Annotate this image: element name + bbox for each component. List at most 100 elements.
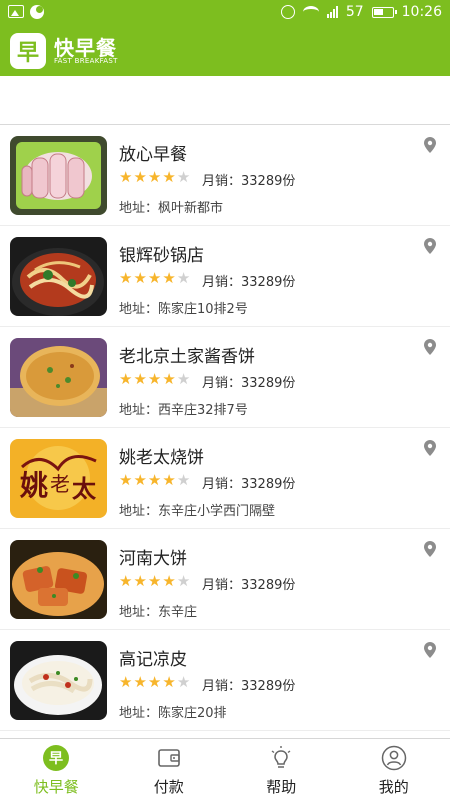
svg-text:老: 老 xyxy=(50,472,70,496)
alarm-icon xyxy=(280,5,295,19)
sales-value: 33289份 xyxy=(241,174,296,189)
location-pin-icon[interactable] xyxy=(424,642,436,658)
tab-user[interactable]: 我的 xyxy=(338,739,450,800)
rating-stars: ★ ★ ★ ★ ★ xyxy=(119,270,190,286)
sales-prefix: 月销： xyxy=(202,477,242,492)
address-prefix: 地址： xyxy=(119,504,159,519)
app-notification-icon xyxy=(30,5,44,19)
star-icon: ★ xyxy=(133,673,147,691)
tab-label: 快早餐 xyxy=(33,778,79,796)
star-icon: ★ xyxy=(119,168,133,186)
address-prefix: 地址： xyxy=(119,403,159,418)
star-icon: ★ xyxy=(176,168,191,186)
svg-text:早: 早 xyxy=(49,751,63,767)
star-icon: ★ xyxy=(133,471,147,489)
address-value: 东辛庄 xyxy=(158,605,198,620)
location-pin-icon[interactable] xyxy=(424,137,436,153)
tab-wallet[interactable]: 付款 xyxy=(113,739,226,800)
address-prefix: 地址： xyxy=(119,706,159,721)
signal-icon xyxy=(326,6,338,18)
lightbulb-icon xyxy=(268,745,294,771)
logo-glyph: 早 xyxy=(16,41,39,66)
monthly-sales: 月销：33289份 xyxy=(202,574,295,593)
rating-stars: ★ ★ ★ ★ ★ xyxy=(119,169,190,185)
star-icon: ★ xyxy=(119,370,133,388)
star-icon: ★ xyxy=(176,572,191,590)
star-icon: ★ xyxy=(162,168,176,186)
restaurant-name: 高记凉皮 xyxy=(119,650,187,670)
restaurant-item[interactable]: 银辉砂锅店 ★ ★ ★ ★ ★ 月销：33289份 地址：陈家庄10排2号 xyxy=(0,226,450,327)
app-logo-icon: 早 xyxy=(10,33,46,69)
monthly-sales: 月销：33289份 xyxy=(202,170,295,189)
rating-stars: ★ ★ ★ ★ ★ xyxy=(119,674,190,690)
restaurant-item[interactable]: 河南大饼 ★ ★ ★ ★ ★ 月销：33289份 地址：东辛庄 xyxy=(0,529,450,630)
star-icon: ★ xyxy=(119,673,133,691)
app-bar: 早 快早餐 FAST BREAKFAST xyxy=(0,26,450,76)
sales-value: 33289份 xyxy=(241,376,296,391)
star-icon: ★ xyxy=(147,269,162,287)
star-icon: ★ xyxy=(133,269,147,287)
star-icon: ★ xyxy=(162,471,176,489)
tab-breakfast[interactable]: 早快早餐 xyxy=(0,739,113,800)
sales-prefix: 月销： xyxy=(202,679,242,694)
sales-value: 33289份 xyxy=(241,477,296,492)
star-icon: ★ xyxy=(133,572,147,590)
tab-label: 帮助 xyxy=(266,778,297,796)
star-icon: ★ xyxy=(147,168,162,186)
app-subtitle: FAST BREAKFAST xyxy=(54,57,118,65)
monthly-sales: 月销：33289份 xyxy=(202,372,295,391)
svg-text:太: 太 xyxy=(72,474,97,503)
star-icon: ★ xyxy=(176,269,191,287)
location-pin-icon[interactable] xyxy=(424,238,436,254)
star-icon: ★ xyxy=(176,370,191,388)
star-icon: ★ xyxy=(162,673,176,691)
status-bar: 57 10:26 xyxy=(0,0,450,26)
location-pin-icon[interactable] xyxy=(424,541,436,557)
clock: 10:26 xyxy=(401,4,442,20)
star-icon: ★ xyxy=(147,370,162,388)
restaurant-name: 老北京土家酱香饼 xyxy=(119,347,255,367)
monthly-sales: 月销：33289份 xyxy=(202,271,295,290)
sales-prefix: 月销： xyxy=(202,174,242,189)
star-icon: ★ xyxy=(147,673,162,691)
sales-value: 33289份 xyxy=(241,679,296,694)
restaurant-item[interactable]: 老北京土家酱香饼 ★ ★ ★ ★ ★ 月销：33289份 地址：西辛庄32排7号 xyxy=(0,327,450,428)
gallery-notification-icon xyxy=(8,5,24,18)
star-icon: ★ xyxy=(162,572,176,590)
flatbread-dish-image xyxy=(10,540,107,619)
restaurant-name: 河南大饼 xyxy=(119,549,187,569)
location-pin-icon[interactable] xyxy=(424,440,436,456)
restaurant-item[interactable]: 高记凉皮 ★ ★ ★ ★ ★ 月销：33289份 地址：陈家庄20排 xyxy=(0,630,450,731)
restaurant-address: 地址：东辛庄 xyxy=(119,601,197,620)
star-icon: ★ xyxy=(147,572,162,590)
restaurant-name: 放心早餐 xyxy=(119,145,187,165)
star-icon: ★ xyxy=(176,471,191,489)
restaurant-item[interactable]: 姚老太姚老太烧饼 ★ ★ ★ ★ ★ 月销：33289份 地址：东辛庄小学西门隔壁 xyxy=(0,428,450,529)
liangpi-noodle-image xyxy=(10,641,107,720)
rating-stars: ★ ★ ★ ★ ★ xyxy=(119,573,190,589)
sales-prefix: 月销： xyxy=(202,275,242,290)
bottom-tab-bar: 早快早餐 付款 帮助 我的 xyxy=(0,738,450,800)
restaurant-item[interactable]: 放心早餐 ★ ★ ★ ★ ★ 月销：33289份地址：枫叶新都市 xyxy=(0,125,450,226)
tab-lightbulb[interactable]: 帮助 xyxy=(225,739,338,800)
restaurant-address: 地址：陈家庄20排 xyxy=(119,702,227,721)
wallet-icon xyxy=(156,745,182,771)
address-prefix: 地址： xyxy=(119,201,159,216)
header-spacer xyxy=(0,76,450,125)
pork-roll-plate-image xyxy=(10,136,107,215)
restaurant-list[interactable]: 放心早餐 ★ ★ ★ ★ ★ 月销：33289份 地址：枫叶新都市 银辉砂锅店 ★ ★ ★ ★ ★ 月销：3… xyxy=(0,125,450,737)
location-pin-icon[interactable] xyxy=(424,339,436,355)
star-icon: ★ xyxy=(133,370,147,388)
restaurant-address: 地址：枫叶新都市 xyxy=(119,197,223,216)
star-icon: ★ xyxy=(162,370,176,388)
star-icon: ★ xyxy=(162,269,176,287)
rating-stars: ★ ★ ★ ★ ★ xyxy=(119,371,190,387)
breakfast-icon: 早 xyxy=(43,745,70,771)
battery-icon xyxy=(371,6,397,18)
sales-prefix: 月销： xyxy=(202,578,242,593)
tab-label: 我的 xyxy=(378,778,409,796)
address-prefix: 地址： xyxy=(119,302,159,317)
address-prefix: 地址： xyxy=(119,605,159,620)
address-value: 陈家庄10排2号 xyxy=(158,302,248,317)
battery-level: 57 xyxy=(345,4,364,20)
